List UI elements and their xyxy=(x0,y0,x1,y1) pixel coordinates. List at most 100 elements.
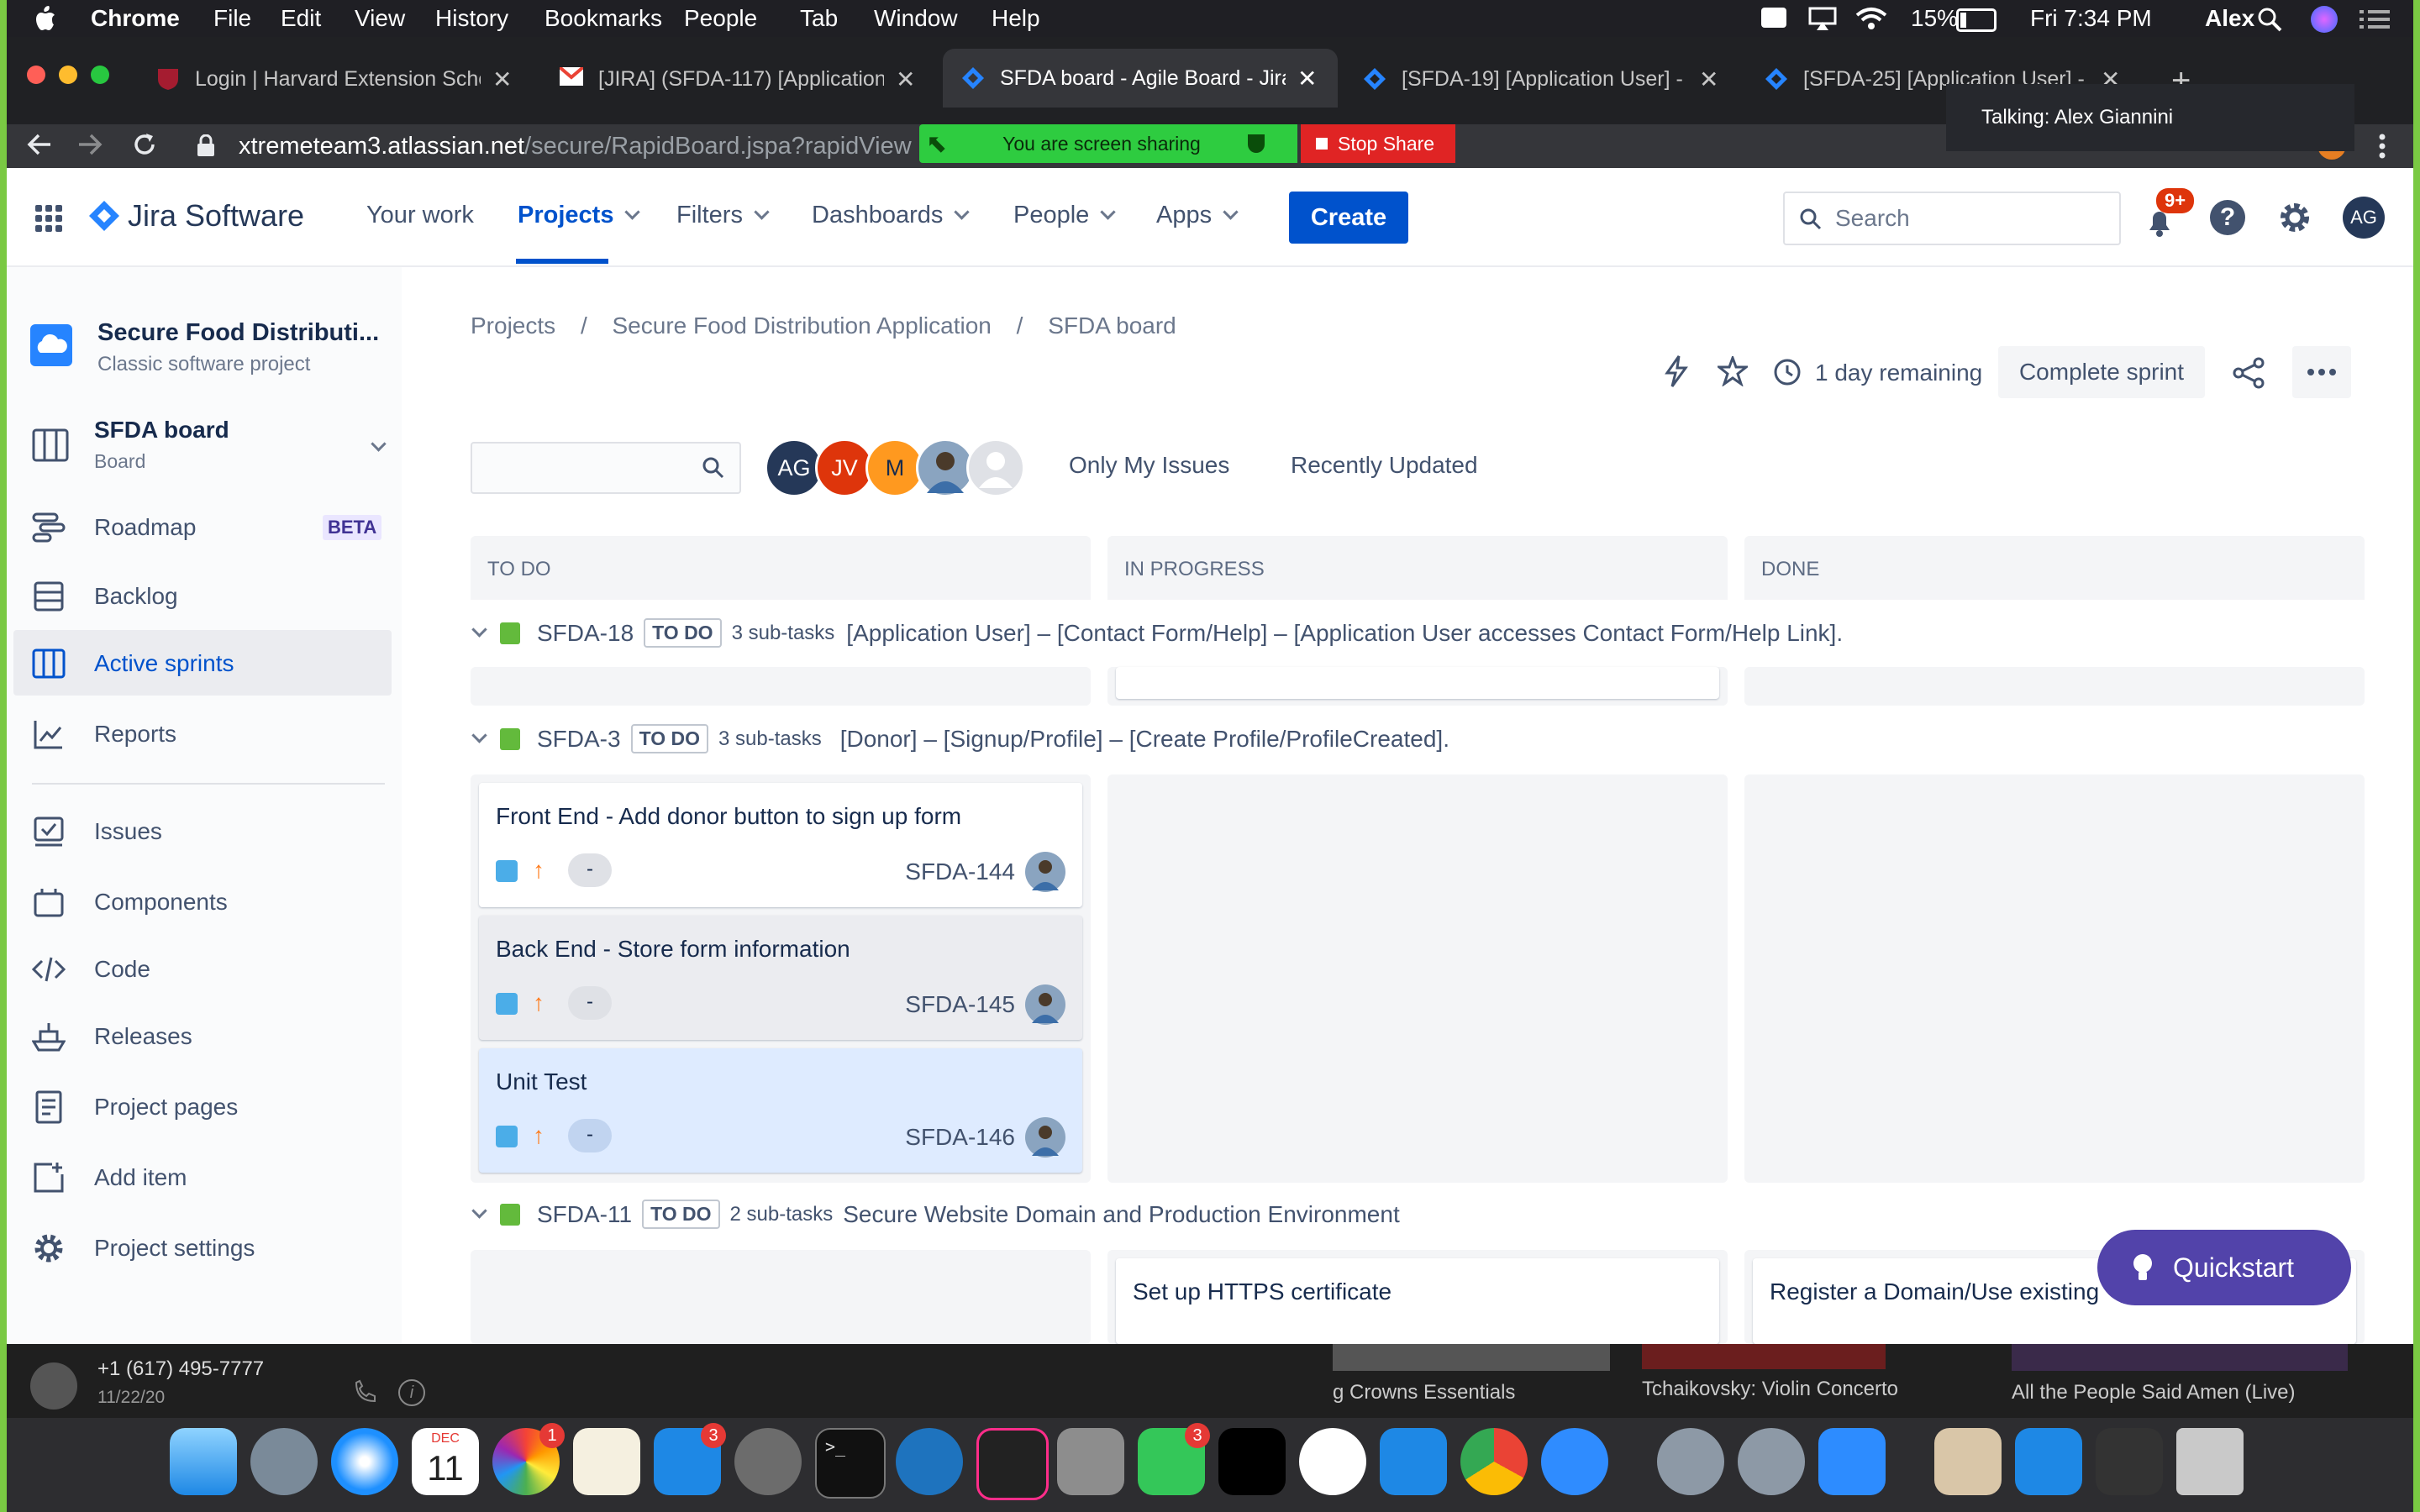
tab-sfda-19[interactable]: [SFDA-19] [Application User] - ✕ xyxy=(1344,54,1739,104)
breadcrumb-board[interactable]: SFDA board xyxy=(1048,312,1176,339)
issue-key[interactable]: SFDA-11 xyxy=(537,1201,632,1228)
calculator-icon[interactable] xyxy=(1057,1428,1124,1495)
music-title[interactable]: g Crowns Essentials xyxy=(1333,1381,1515,1404)
lock-icon[interactable] xyxy=(197,134,215,162)
card-sfda-144[interactable]: Front End - Add donor button to sign up … xyxy=(479,783,1082,907)
sidebar-item-releases[interactable]: Releases xyxy=(32,1020,192,1053)
menubar-clock[interactable]: Fri 7:34 PM xyxy=(2030,5,2152,32)
tab-harvard-login[interactable]: Login | Harvard Extension Scho ✕ xyxy=(138,54,533,104)
issue-key[interactable]: SFDA-18 xyxy=(537,620,634,647)
assignee-avatar[interactable] xyxy=(1025,984,1065,1025)
sidebar-item-roadmap[interactable]: Roadmap BETA xyxy=(32,511,385,544)
project-name[interactable]: Secure Food Distributi... xyxy=(97,319,379,347)
vscode-icon[interactable] xyxy=(1380,1428,1447,1495)
card-sfda-145[interactable]: Back End - Store form information ↑ - SF… xyxy=(479,916,1082,1040)
nav-apps[interactable]: Apps xyxy=(1156,202,1239,229)
nav-projects[interactable]: Projects xyxy=(518,202,641,229)
card-partial[interactable] xyxy=(1116,667,1719,699)
utility-gear-icon[interactable] xyxy=(1657,1428,1724,1495)
music-title[interactable]: All the People Said Amen (Live) xyxy=(2012,1381,2296,1404)
window-close-button[interactable] xyxy=(27,66,45,84)
menu-people[interactable]: People xyxy=(684,5,757,32)
settings-gear-icon[interactable] xyxy=(2277,200,2312,239)
spotlight-search-icon[interactable] xyxy=(2257,7,2282,38)
sidebar-item-reports[interactable]: Reports xyxy=(32,717,176,751)
menu-view[interactable]: View xyxy=(355,5,405,32)
utility-gear-icon[interactable] xyxy=(1738,1428,1805,1495)
recently-updated-filter[interactable]: Recently Updated xyxy=(1291,452,1478,479)
stop-share-button[interactable]: Stop Share xyxy=(1301,124,1455,163)
back-arrow-icon[interactable] xyxy=(25,131,52,162)
board-selector[interactable]: SFDA board Board xyxy=(32,417,387,484)
phone-icon[interactable] xyxy=(353,1379,378,1409)
breadcrumb-project[interactable]: Secure Food Distribution Application xyxy=(613,312,992,339)
notification-center-icon[interactable] xyxy=(2360,8,2390,36)
safari-compass-icon[interactable] xyxy=(331,1428,398,1495)
swimlane-header-sfda-3[interactable]: SFDA-3 TO DO 3 sub-tasks [Donor] – [Sign… xyxy=(471,724,1449,753)
menu-history[interactable]: History xyxy=(435,5,508,32)
tab-jira-email[interactable]: [JIRA] (SFDA-117) [Application ✕ xyxy=(541,54,936,104)
sidebar-item-add-item[interactable]: Add item xyxy=(32,1161,187,1194)
music-note-icon[interactable] xyxy=(1299,1428,1366,1495)
user-avatar[interactable]: AG xyxy=(2343,197,2385,239)
system-preferences-gear-icon[interactable] xyxy=(734,1428,802,1495)
nav-dashboards[interactable]: Dashboards xyxy=(812,202,971,229)
tab-close-icon[interactable]: ✕ xyxy=(1699,66,1718,93)
chrome-icon[interactable] xyxy=(1460,1428,1528,1495)
menu-bookmarks[interactable]: Bookmarks xyxy=(544,5,662,32)
reload-icon[interactable] xyxy=(131,131,158,162)
quicktime-icon[interactable] xyxy=(896,1428,963,1495)
zoom-icon[interactable] xyxy=(1818,1428,1886,1495)
breadcrumb-projects[interactable]: Projects xyxy=(471,312,555,339)
finder-icon[interactable] xyxy=(170,1428,237,1495)
nav-filters[interactable]: Filters xyxy=(676,202,770,229)
star-icon[interactable] xyxy=(1715,354,1750,391)
zoom-status-icon[interactable] xyxy=(1761,8,1786,28)
airplay-icon[interactable] xyxy=(1808,7,1837,36)
only-my-issues-filter[interactable]: Only My Issues xyxy=(1069,452,1229,479)
window-minimize-button[interactable] xyxy=(59,66,77,84)
help-icon[interactable]: ? xyxy=(2210,200,2245,235)
documents-stack-icon[interactable] xyxy=(2096,1428,2163,1495)
menu-tab[interactable]: Tab xyxy=(800,5,838,32)
applications-folder-icon[interactable] xyxy=(2015,1428,2082,1495)
tab-close-icon[interactable]: ✕ xyxy=(1297,65,1317,92)
automation-lightning-icon[interactable] xyxy=(1662,354,1691,392)
more-actions-icon[interactable] xyxy=(2292,346,2351,398)
menu-window[interactable]: Window xyxy=(874,5,958,32)
terminal-icon[interactable]: >_ xyxy=(815,1428,886,1499)
wifi-icon[interactable] xyxy=(1855,7,1887,36)
card-sfda-146[interactable]: Unit Test ↑ - SFDA-146 xyxy=(479,1048,1082,1173)
complete-sprint-button[interactable]: Complete sprint xyxy=(1998,346,2205,398)
sidebar-item-components[interactable]: Components xyxy=(32,885,228,919)
issue-key[interactable]: SFDA-3 xyxy=(537,726,621,753)
calendar-icon[interactable]: DEC 11 xyxy=(412,1428,479,1495)
search-input[interactable]: Search xyxy=(1783,192,2121,245)
share-icon[interactable] xyxy=(2232,356,2265,394)
tab-sfda-board[interactable]: SFDA board - Agile Board - Jira ✕ xyxy=(943,49,1338,108)
pages-icon[interactable] xyxy=(573,1428,640,1495)
menu-edit[interactable]: Edit xyxy=(281,5,321,32)
menubar-app-name[interactable]: Chrome xyxy=(91,5,180,32)
window-zoom-button[interactable] xyxy=(91,66,109,84)
jira-logo[interactable]: Jira Software xyxy=(87,198,304,234)
swimlane-header-sfda-18[interactable]: SFDA-18 TO DO 3 sub-tasks [Application U… xyxy=(471,618,1843,648)
tab-close-icon[interactable]: ✕ xyxy=(492,66,512,93)
menubar-user[interactable]: Alex xyxy=(2205,5,2254,32)
sidebar-item-backlog[interactable]: Backlog xyxy=(32,580,178,613)
downloads-stack-icon[interactable] xyxy=(1934,1428,2002,1495)
chrome-menu-icon[interactable] xyxy=(2378,133,2386,164)
menu-help[interactable]: Help xyxy=(992,5,1040,32)
sidebar-item-project-settings[interactable]: Project settings xyxy=(32,1231,255,1265)
board-search-input[interactable] xyxy=(471,442,741,494)
address-bar[interactable]: xtremeteam3.atlassian.net/secure/RapidBo… xyxy=(239,133,912,160)
info-icon[interactable]: i xyxy=(398,1379,425,1406)
nav-people[interactable]: People xyxy=(1013,202,1117,229)
app-switcher-grid-icon[interactable] xyxy=(35,205,62,236)
apple-menu-icon[interactable] xyxy=(32,5,57,38)
sidebar-item-project-pages[interactable]: Project pages xyxy=(32,1090,238,1124)
battery-icon[interactable] xyxy=(1956,8,1996,32)
sidebar-item-active-sprints[interactable]: Active sprints xyxy=(32,647,234,680)
siri-icon[interactable] xyxy=(2311,6,2338,33)
sidebar-item-issues[interactable]: Issues xyxy=(32,815,162,848)
